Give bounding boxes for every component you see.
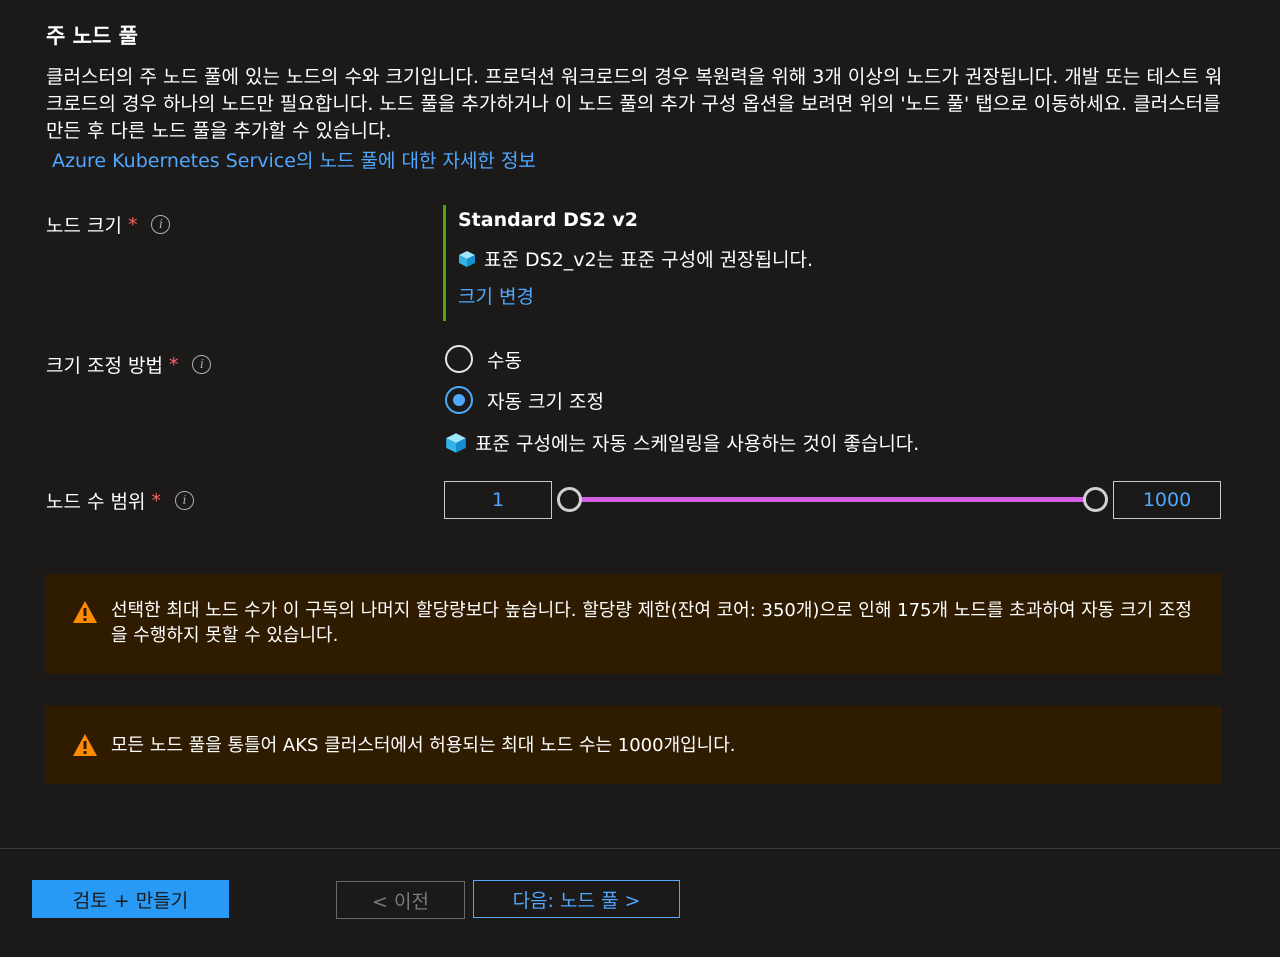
scale-hint-row: 표준 구성에는 자동 스케일링을 사용하는 것이 좋습니다. (445, 429, 919, 456)
node-count-label: 노드 수 범위 (46, 491, 146, 513)
radio-manual[interactable]: 수동 (445, 345, 522, 373)
radio-autoscale-label: 자동 크기 조정 (487, 390, 604, 413)
learn-more-link[interactable]: Azure Kubernetes Service의 노드 풀에 대한 자세한 정… (52, 146, 536, 173)
node-size-label: 노드 크기 (46, 215, 122, 237)
warning-icon (73, 734, 97, 756)
node-size-recommendation: 표준 DS2_v2는 표준 구성에 권장됩니다. (484, 249, 814, 271)
change-size-link[interactable]: 크기 변경 (458, 282, 813, 309)
node-range-slider-track[interactable] (570, 497, 1095, 502)
quota-warning-text: 선택한 최대 노드 수가 이 구독의 나머지 할당량보다 높습니다. 할당량 제… (111, 600, 1192, 646)
required-mark: * (151, 489, 161, 512)
info-icon[interactable]: i (174, 491, 194, 510)
scale-method-label: 크기 조정 방법 (46, 355, 163, 377)
info-icon[interactable]: i (151, 215, 171, 234)
radio-button-selected[interactable] (445, 386, 473, 414)
required-mark: * (127, 213, 138, 236)
radio-button[interactable] (445, 345, 473, 373)
review-create-button[interactable]: 검토 + 만들기 (32, 880, 229, 918)
radio-manual-label: 수동 (487, 349, 522, 372)
max-nodes-warning-banner: 모든 노드 풀을 통틀어 AKS 클러스터에서 허용되는 최대 노드 수는 10… (45, 706, 1222, 784)
node-size-value: Standard DS2 v2 (458, 209, 639, 231)
min-node-count-input[interactable] (444, 481, 552, 519)
max-node-count-input[interactable] (1113, 481, 1221, 519)
cube-icon (446, 432, 466, 453)
section-title: 주 노드 풀 (46, 24, 138, 48)
node-size-label-row: 노드 크기 * i (46, 211, 171, 238)
next-node-pools-button[interactable]: 다음: 노드 풀 > (473, 880, 680, 918)
node-size-recommendation-row: 표준 DS2_v2는 표준 구성에 권장됩니다. (458, 245, 813, 272)
slider-min-thumb[interactable] (557, 487, 582, 512)
max-nodes-warning-text: 모든 노드 풀을 통틀어 AKS 클러스터에서 허용되는 최대 노드 수는 10… (111, 735, 736, 756)
node-size-box: Standard DS2 v2 표준 DS2_v2는 표준 구성에 권장됩니다.… (443, 205, 813, 321)
scale-hint: 표준 구성에는 자동 스케일링을 사용하는 것이 좋습니다. (475, 433, 920, 455)
quota-warning-banner: 선택한 최대 노드 수가 이 구독의 나머지 할당량보다 높습니다. 할당량 제… (45, 574, 1222, 674)
scale-method-label-row: 크기 조정 방법 * i (46, 351, 212, 378)
slider-max-thumb[interactable] (1083, 487, 1108, 512)
info-icon[interactable]: i (192, 355, 212, 374)
required-mark: * (168, 353, 179, 376)
node-count-label-row: 노드 수 범위 * i (46, 487, 194, 514)
warning-icon (73, 601, 97, 623)
previous-button[interactable]: < 이전 (336, 881, 465, 919)
section-description: 클러스터의 주 노드 풀에 있는 노드의 수와 크기입니다. 프로덕션 워크로드… (46, 66, 1223, 142)
cube-icon (459, 250, 475, 267)
footer-divider (0, 848, 1280, 849)
radio-autoscale[interactable]: 자동 크기 조정 (445, 386, 604, 414)
